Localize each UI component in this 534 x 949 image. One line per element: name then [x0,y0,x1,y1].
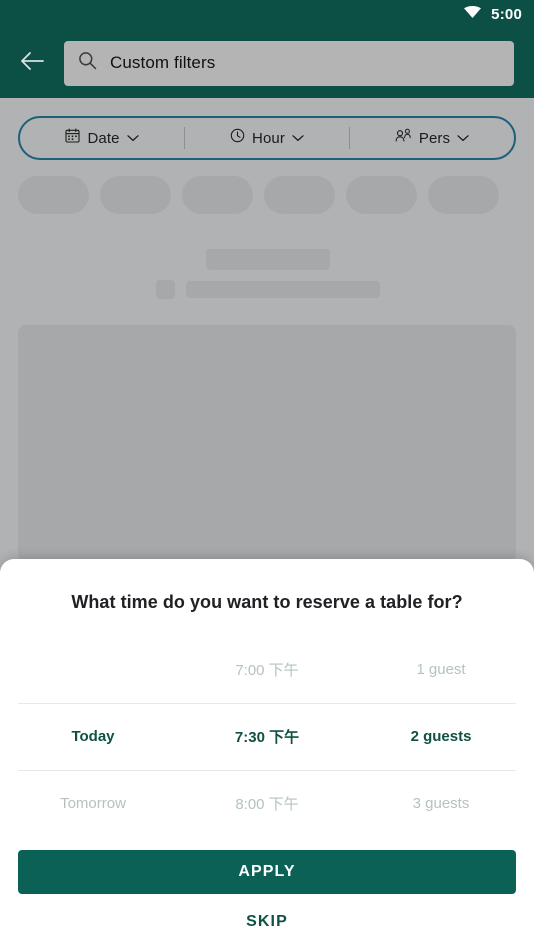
filter-segment-hour[interactable]: Hour [185,118,349,158]
picker-time-cell[interactable]: 8:00 下午 [186,793,348,814]
skeleton-chip [18,176,89,214]
picker-time-cell[interactable]: 7:30 下午 [186,726,348,747]
skip-button[interactable]: SKIP [18,904,516,940]
filter-segment-date[interactable]: Date [20,118,184,158]
wifi-icon [463,5,482,24]
skeleton-chip [428,176,499,214]
picker-guests-cell[interactable]: 1 guest [348,661,534,678]
calendar-icon [65,128,81,148]
filter-segment-persons[interactable]: Pers [350,118,514,158]
picker-row[interactable]: 7:00 下午 1 guest [0,636,534,703]
skeleton-chip [264,176,335,214]
search-input-value: Custom filters [110,53,216,72]
skeleton-chip [346,176,417,214]
back-button[interactable] [0,28,64,98]
skeleton-card-header [0,232,534,318]
people-icon [395,128,412,148]
skeleton-chip [100,176,171,214]
reservation-picker: 7:00 下午 1 guest Today 7:30 下午 2 guests T… [0,636,534,838]
filter-segment-persons-label: Pers [418,129,451,147]
search-icon [78,51,97,75]
picker-guests-cell[interactable]: 3 guests [348,795,534,812]
skeleton-icon-block [156,280,175,299]
picker-row-selected[interactable]: Today 7:30 下午 2 guests [0,703,534,770]
status-bar-time: 5:00 [491,5,522,23]
sheet-title: What time do you want to reserve a table… [71,592,463,612]
custom-filter-bar: Date Hour Pers [18,116,516,160]
arrow-back-icon [19,50,45,77]
picker-time-cell[interactable]: 7:00 下午 [186,659,348,680]
status-bar: 5:00 [0,0,534,28]
picker-guests-cell[interactable]: 2 guests [348,728,534,745]
chevron-down-icon [292,129,304,147]
picker-row[interactable]: Tomorrow 8:00 下午 3 guests [0,770,534,837]
apply-button[interactable]: APPLY [18,850,516,894]
filter-segment-date-label: Date [87,129,120,147]
skeleton-chip-row [18,176,534,214]
chevron-down-icon [457,129,469,147]
skeleton-image-placeholder [18,325,516,562]
skeleton-subtitle-bar [186,281,380,298]
picker-day-cell[interactable]: Today [0,728,186,745]
search-input[interactable]: Custom filters [64,40,514,86]
chevron-down-icon [126,129,139,147]
picker-day-cell[interactable]: Tomorrow [0,795,186,812]
skeleton-title-bar [206,249,330,270]
app-bar: Custom filters [0,28,534,98]
skeleton-chip [182,176,253,214]
reservation-bottom-sheet: What time do you want to reserve a table… [0,559,534,949]
clock-icon [230,128,245,148]
app-screen: 5:00 Custom filters Date Hour Pers What … [0,0,534,949]
filter-segment-hour-label: Hour [252,129,285,147]
